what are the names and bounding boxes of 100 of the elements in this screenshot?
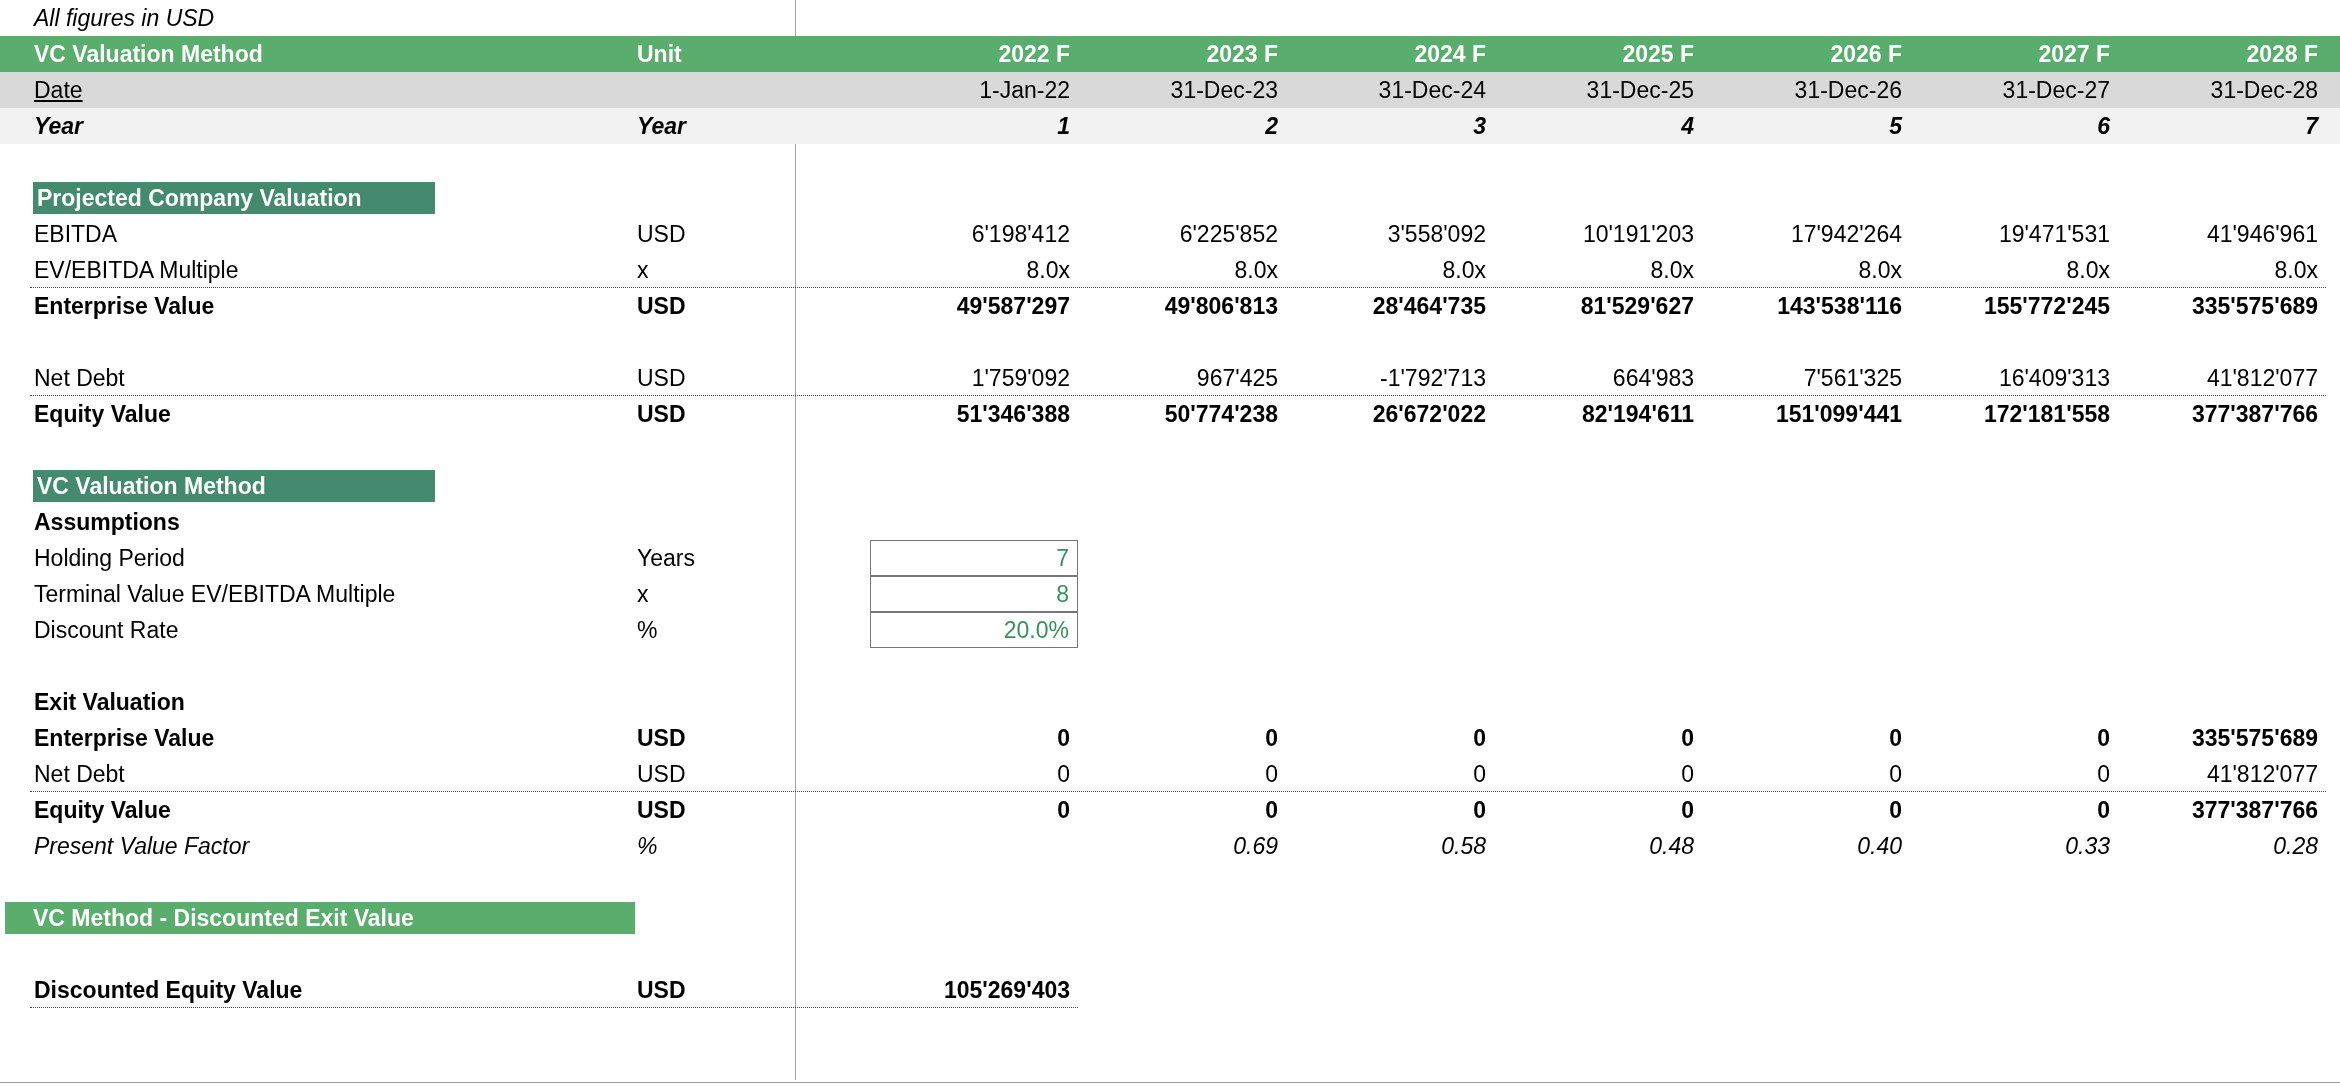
table-cell-text: 17'942'264 (1789, 220, 1903, 249)
table-cell-text: 105'269'403 (942, 976, 1071, 1005)
table-cell-text: 28'464'735 (1371, 292, 1487, 321)
table-cell-text: -1'792'713 (1379, 364, 1487, 393)
row-label: Discounted Equity Value (33, 976, 304, 1005)
table-cell-text: 0 (1680, 760, 1695, 789)
table-cell-text: 31-Dec-26 (1793, 76, 1903, 105)
table-cell-text: 0.33 (2064, 832, 2111, 861)
unit-cell-text: % (636, 832, 659, 861)
column-header: 2024 F (1413, 40, 1487, 69)
column-header: 2022 F (997, 40, 1071, 69)
unit-cell-text: USD (636, 724, 687, 753)
input-cell[interactable]: 7 (870, 540, 1078, 576)
table-cell-text: 0.69 (1232, 832, 1279, 861)
row-label: Discount Rate (33, 616, 180, 645)
table-cell-text: 6'198'412 (970, 220, 1071, 249)
table-cell-text: 8.0x (2065, 256, 2111, 285)
column-header: 2028 F (2245, 40, 2319, 69)
table-cell-text: 0 (1888, 760, 1903, 789)
table-cell-text: 16'409'313 (1997, 364, 2111, 393)
row-label: Net Debt (33, 364, 126, 393)
table-cell-text: 335'575'689 (2190, 724, 2319, 753)
table-cell-text: 0.28 (2272, 832, 2319, 861)
table-cell-text: 7'561'325 (1802, 364, 1903, 393)
table-cell-text: 0 (1888, 724, 1903, 753)
table-cell-text: 31-Dec-27 (2001, 76, 2111, 105)
table-cell-text: 0 (1264, 760, 1279, 789)
table-cell-text: 143'538'116 (1776, 292, 1903, 321)
table-cell-text: 0 (1680, 724, 1695, 753)
table-cell-text: 81'529'627 (1579, 292, 1695, 321)
row-label: Enterprise Value (33, 292, 216, 321)
section-heading: VC Valuation Method (33, 470, 435, 502)
table-cell-text: 41'812'077 (2205, 760, 2319, 789)
table-cell-text: 1-Jan-22 (978, 76, 1071, 105)
subheading: Exit Valuation (33, 688, 186, 717)
input-cell[interactable]: 8 (870, 576, 1078, 612)
row-label: Holding Period (33, 544, 186, 573)
table-cell-text: 151'099'441 (1774, 400, 1903, 429)
row-label: Terminal Value EV/EBITDA Multiple (33, 580, 397, 609)
table-cell-text: 377'387'766 (2190, 400, 2319, 429)
table-cell-text: 49'587'297 (955, 292, 1071, 321)
table-cell-text: 0 (1264, 796, 1279, 825)
row-label: Enterprise Value (33, 724, 216, 753)
table-cell-text: 0 (1056, 760, 1071, 789)
table-cell-text: 0 (1680, 796, 1695, 825)
table-cell-text: 377'387'766 (2190, 796, 2319, 825)
section-heading: VC Method - Discounted Exit Value (5, 902, 635, 934)
table-cell-text: 8.0x (1025, 256, 1071, 285)
table-cell-text: 26'672'022 (1371, 400, 1487, 429)
row-label: Date (33, 76, 84, 105)
table-cell-text: 50'774'238 (1163, 400, 1279, 429)
row-label: Net Debt (33, 760, 126, 789)
column-header: 2025 F (1621, 40, 1695, 69)
table-cell-text: 31-Dec-25 (1585, 76, 1695, 105)
column-header: Unit (636, 40, 683, 69)
unit-cell-text: USD (636, 364, 687, 393)
table-cell-text: 41'946'961 (2205, 220, 2319, 249)
table-cell-text: 0.58 (1440, 832, 1487, 861)
table-cell-text: 0 (1056, 724, 1071, 753)
column-header: 2023 F (1205, 40, 1279, 69)
table-cell-text: 0.40 (1856, 832, 1903, 861)
table-cell-text: 82'194'611 (1581, 400, 1695, 429)
table-cell-text: 2 (1264, 112, 1279, 141)
row-label: EV/EBITDA Multiple (33, 256, 240, 285)
row-label: EBITDA (33, 220, 119, 249)
table-cell-text: 0 (1472, 724, 1487, 753)
table-cell-text: 5 (1888, 112, 1904, 141)
table-cell-text: 41'812'077 (2205, 364, 2319, 393)
table-cell-text: 155'772'245 (1982, 292, 2111, 321)
table-cell-text: 31-Dec-28 (2209, 76, 2319, 105)
input-cell[interactable]: 20.0% (870, 612, 1078, 648)
table-cell-text: 0 (1264, 724, 1279, 753)
table-cell-text: 31-Dec-24 (1377, 76, 1487, 105)
table-cell-text: 8.0x (1857, 256, 1903, 285)
unit-cell-text: USD (636, 400, 687, 429)
unit-cell-text: Years (636, 544, 696, 573)
unit-cell-text: x (636, 580, 650, 609)
table-cell-text: 31-Dec-23 (1169, 76, 1279, 105)
subheading: Assumptions (33, 508, 181, 537)
table-cell-text: 0 (2096, 796, 2111, 825)
table-cell-text: 0 (2096, 760, 2111, 789)
unit-cell-text: x (636, 256, 650, 285)
table-cell-text: 1 (1056, 112, 1071, 141)
table-cell-text: 6'225'852 (1178, 220, 1279, 249)
table-cell-text: 664'983 (1611, 364, 1695, 393)
table-cell-text: 0 (1888, 796, 1903, 825)
table-cell-text: 1'759'092 (970, 364, 1071, 393)
table-cell-text: 7 (2304, 112, 2320, 141)
table-cell-text: 3 (1472, 112, 1487, 141)
unit-cell-text: USD (636, 220, 687, 249)
table-cell-text: 6 (2096, 112, 2111, 141)
table-cell-text: 967'425 (1195, 364, 1279, 393)
row-label: Year (33, 112, 85, 141)
unit-cell-text: % (636, 616, 659, 645)
table-cell-text: 0 (1472, 760, 1487, 789)
column-header: 2026 F (1829, 40, 1903, 69)
table-cell-text: 0 (2096, 724, 2111, 753)
table-cell-text: 8.0x (1441, 256, 1487, 285)
row-label: Equity Value (33, 400, 172, 429)
unit-cell-text: USD (636, 292, 687, 321)
